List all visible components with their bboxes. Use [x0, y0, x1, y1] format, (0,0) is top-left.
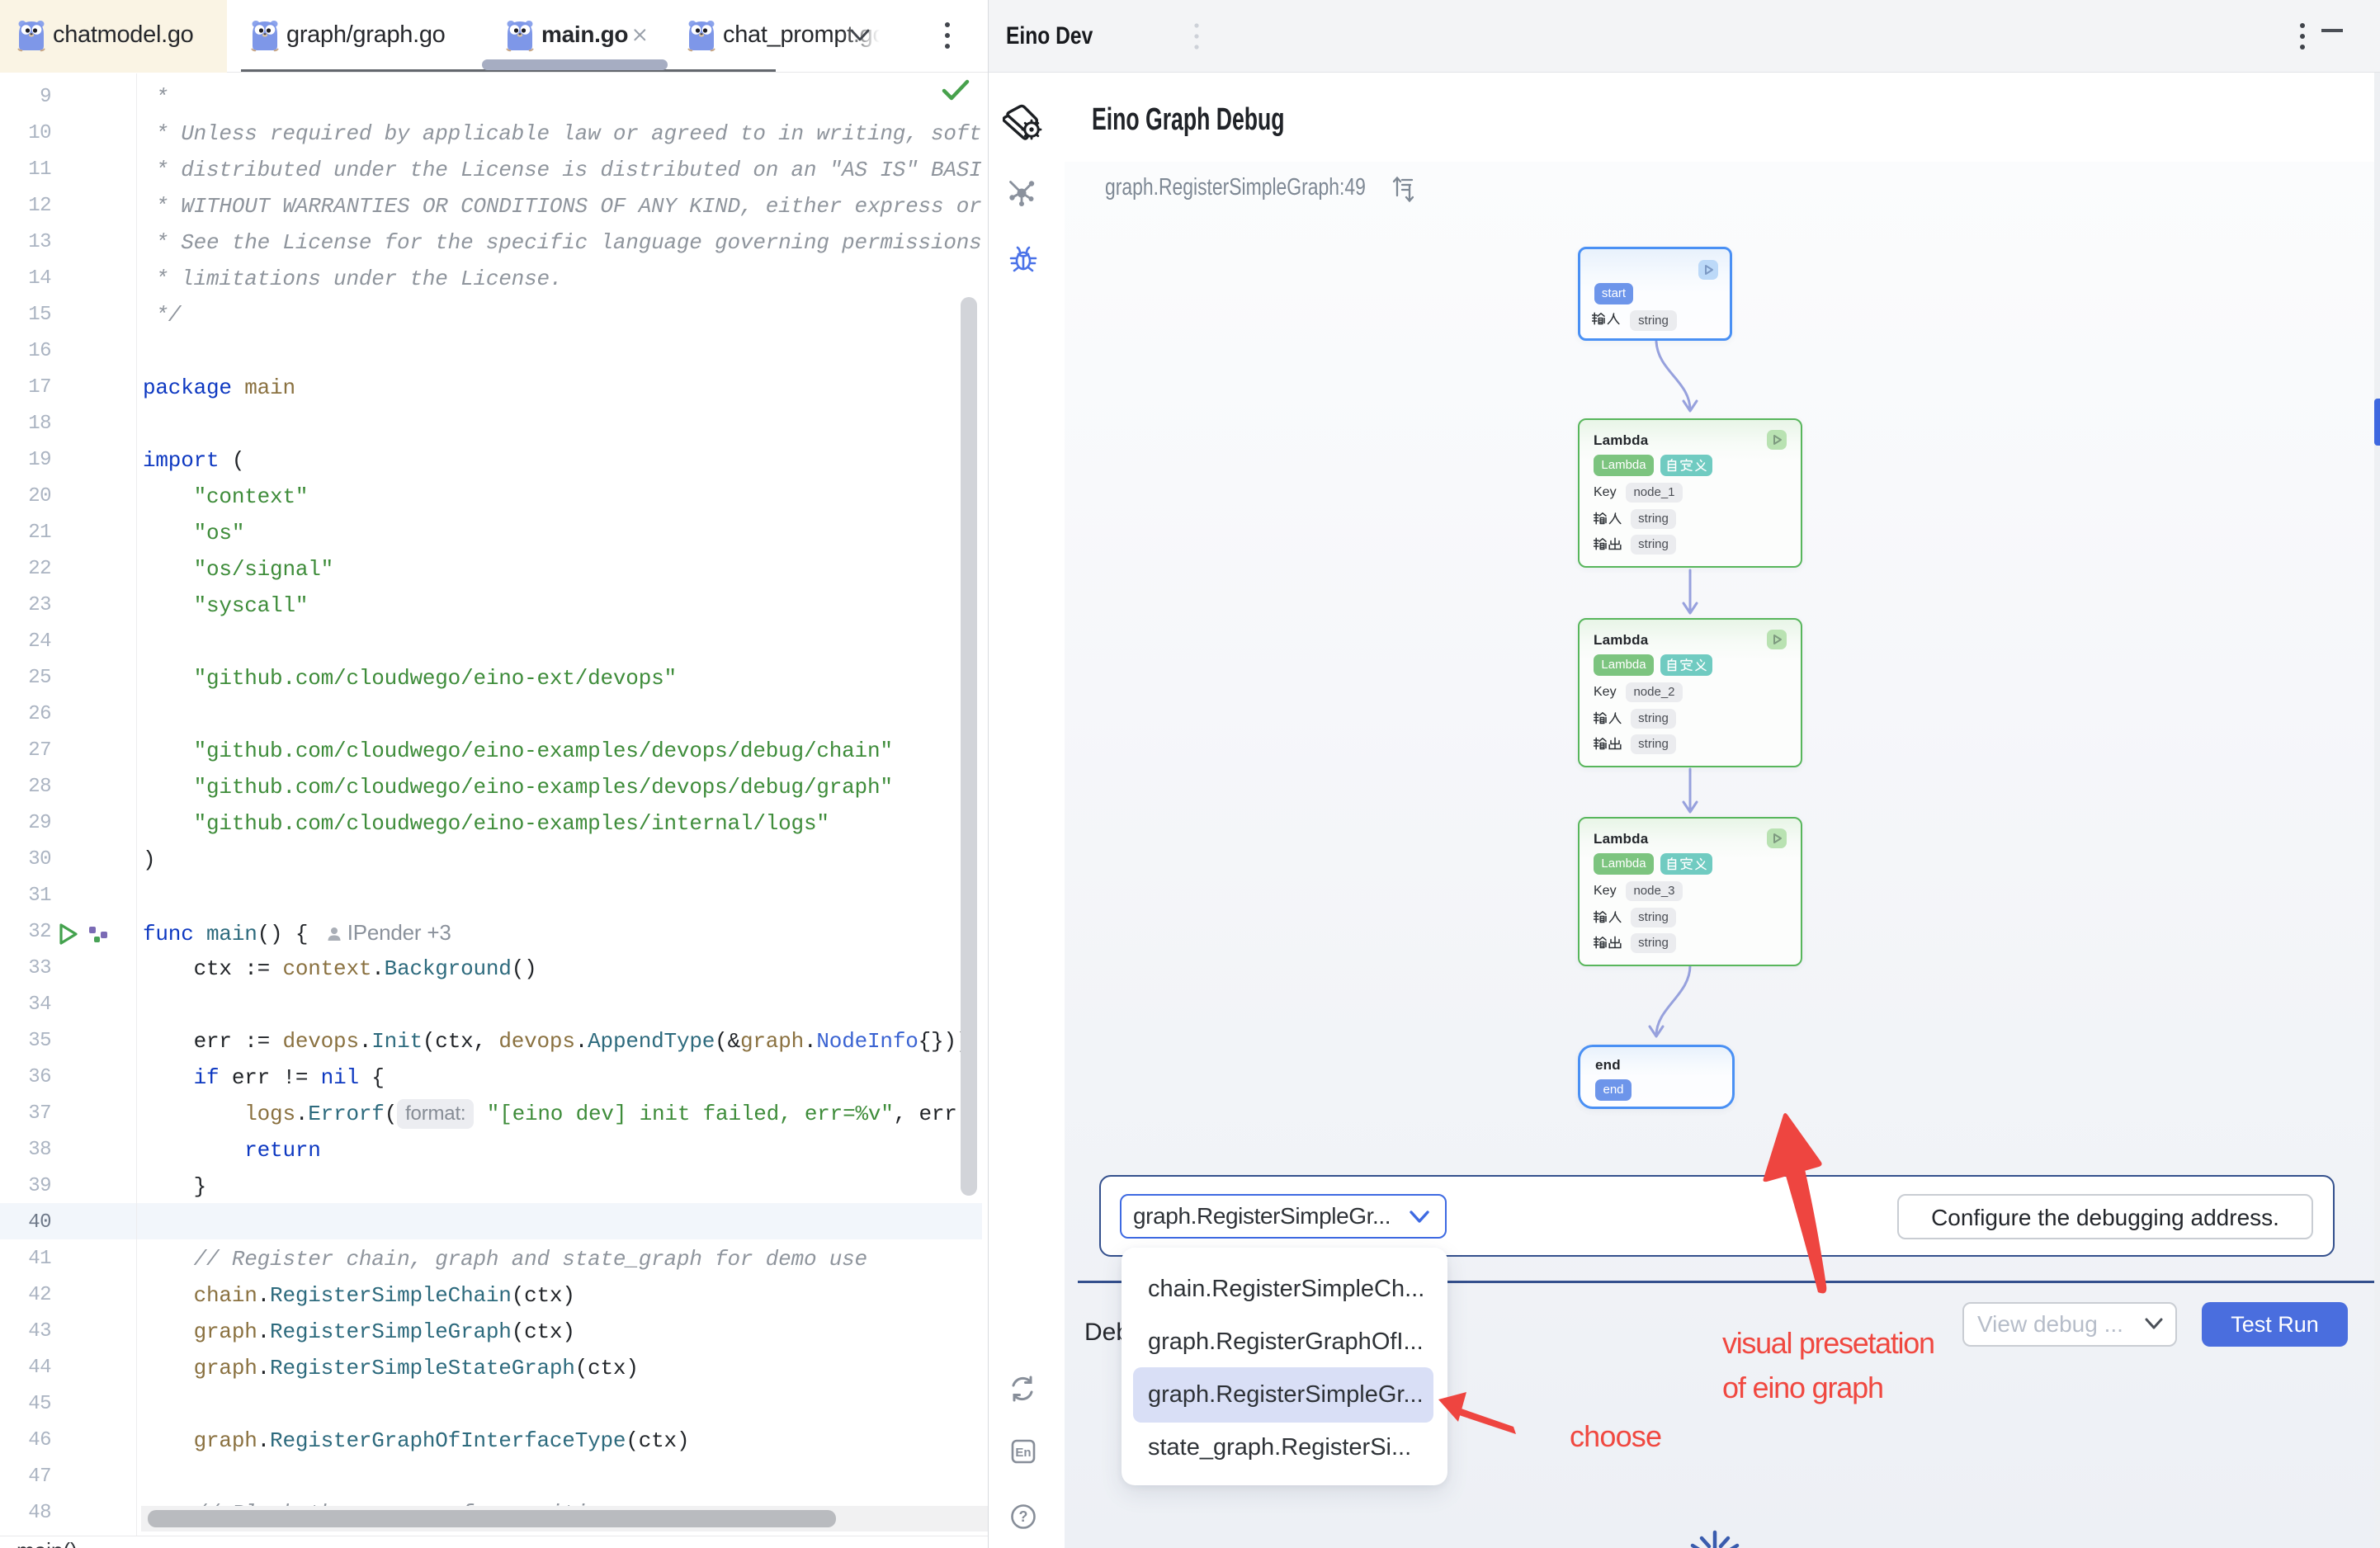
svg-text:visual presetation: visual presetation [1722, 1326, 1935, 1360]
svg-text:of eino graph: of eino graph [1722, 1371, 1884, 1404]
svg-text:choose: choose [1570, 1419, 1662, 1453]
